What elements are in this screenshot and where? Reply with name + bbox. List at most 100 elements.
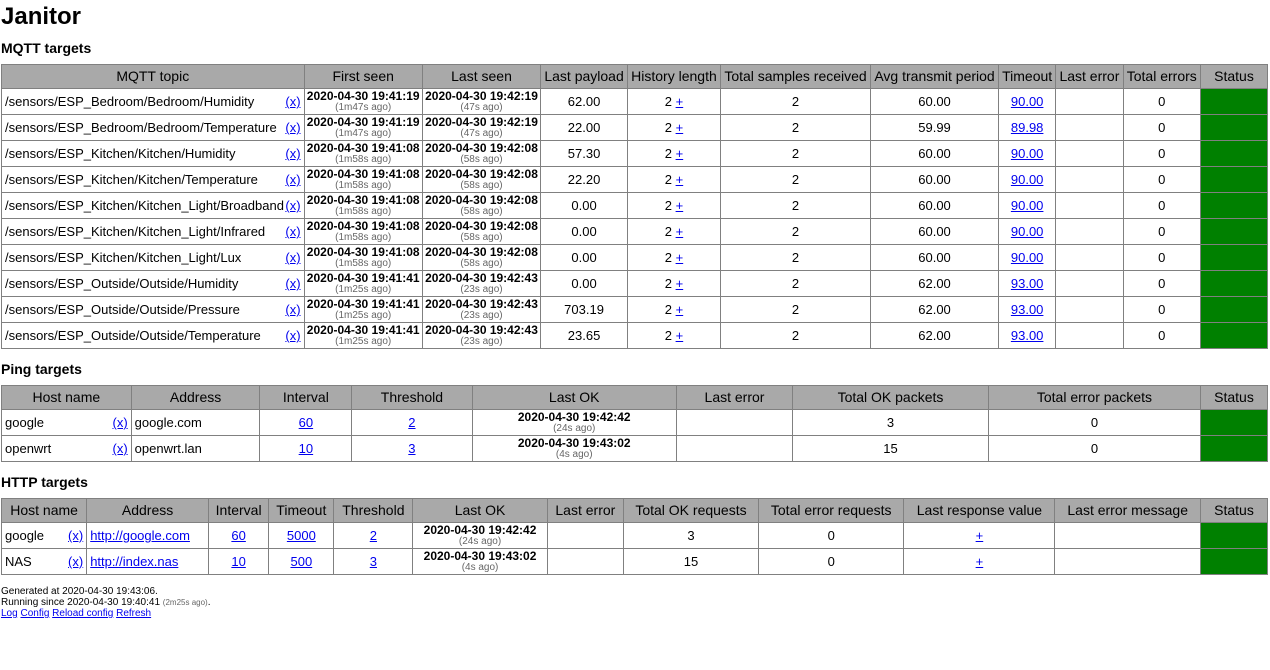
timestamp: 2020-04-30 19:42:42 bbox=[517, 410, 631, 424]
response-value-expand-button[interactable]: + bbox=[976, 554, 984, 569]
timeout-link[interactable]: 90.00 bbox=[1011, 198, 1044, 213]
column-header-status: Status bbox=[1200, 64, 1268, 89]
table-row: (x) /sensors/ESP_Bedroom/Bedroom/Humidity… bbox=[1, 88, 1268, 115]
total-errors: 0 bbox=[1122, 322, 1202, 349]
last-payload: 0.00 bbox=[540, 270, 628, 297]
history-expand-button[interactable]: + bbox=[676, 224, 684, 239]
generated-text: Generated at 2020-04-30 19:43:06. bbox=[1, 586, 158, 597]
remove-button[interactable]: (x) bbox=[285, 199, 300, 212]
remove-button[interactable]: (x) bbox=[112, 442, 127, 455]
config-link[interactable]: Config bbox=[20, 608, 49, 619]
mqtt-topic-cell: (x) /sensors/ESP_Bedroom/Bedroom/Humidity bbox=[1, 88, 305, 115]
mqtt-topic: /sensors/ESP_Kitchen/Kitchen/Temperature bbox=[5, 172, 258, 187]
http-heading: HTTP targets bbox=[1, 474, 88, 490]
table-row: (x) /sensors/ESP_Bedroom/Bedroom/Temperat… bbox=[1, 114, 1268, 141]
timestamp: 2020-04-30 19:41:08 bbox=[306, 141, 420, 155]
interval-link[interactable]: 10 bbox=[299, 441, 313, 456]
remove-button[interactable]: (x) bbox=[285, 225, 300, 238]
history-expand-button[interactable]: + bbox=[676, 94, 684, 109]
last-error bbox=[675, 435, 794, 462]
threshold-link[interactable]: 2 bbox=[408, 415, 415, 430]
timestamp: 2020-04-30 19:41:41 bbox=[306, 323, 420, 337]
timeout-cell: 93.00 bbox=[997, 296, 1057, 323]
total-samples: 2 bbox=[719, 114, 872, 141]
history-expand-button[interactable]: + bbox=[676, 250, 684, 265]
remove-button[interactable]: (x) bbox=[285, 303, 300, 316]
timestamp-ago: (1m58s ago) bbox=[335, 206, 392, 217]
log-link[interactable]: Log bbox=[1, 608, 18, 619]
timestamp-cell: 2020-04-30 19:41:08 (1m58s ago) bbox=[303, 244, 423, 271]
timeout-link[interactable]: 90.00 bbox=[1011, 146, 1044, 161]
status-indicator bbox=[1200, 192, 1268, 219]
timeout-link[interactable]: 93.00 bbox=[1011, 302, 1044, 317]
last-payload: 22.20 bbox=[540, 166, 628, 193]
status-indicator bbox=[1200, 88, 1268, 115]
last-error-message bbox=[1054, 548, 1201, 575]
timeout-link[interactable]: 93.00 bbox=[1011, 276, 1044, 291]
remove-button[interactable]: (x) bbox=[285, 95, 300, 108]
mqtt-topic: /sensors/ESP_Kitchen/Kitchen_Light/Infra… bbox=[5, 224, 266, 239]
total-samples: 2 bbox=[719, 244, 872, 271]
timestamp: 2020-04-30 19:41:08 bbox=[306, 193, 420, 207]
last-payload: 57.30 bbox=[540, 140, 628, 167]
interval-cell: 60 bbox=[259, 409, 353, 436]
history-expand-button[interactable]: + bbox=[676, 328, 684, 343]
timestamp-cell: 2020-04-30 19:41:41 (1m25s ago) bbox=[303, 296, 423, 323]
history-length: 2 bbox=[664, 120, 672, 135]
interval-link[interactable]: 60 bbox=[299, 415, 313, 430]
column-header-status: Status bbox=[1200, 385, 1268, 410]
refresh-link[interactable]: Refresh bbox=[116, 608, 151, 619]
table-row: (x) google http://google.com 60 5000 2 2020-04… bbox=[0, 522, 1268, 549]
timestamp-ago: (58s ago) bbox=[460, 154, 503, 165]
timeout-link[interactable]: 93.00 bbox=[1011, 328, 1044, 343]
remove-button[interactable]: (x) bbox=[285, 147, 300, 160]
timeout-link[interactable]: 90.00 bbox=[1011, 250, 1044, 265]
remove-button[interactable]: (x) bbox=[285, 329, 300, 342]
timestamp: 2020-04-30 19:43:02 bbox=[423, 549, 537, 563]
timeout-link[interactable]: 90.00 bbox=[1011, 94, 1044, 109]
timestamp-ago: (58s ago) bbox=[460, 258, 503, 269]
remove-button[interactable]: (x) bbox=[68, 529, 83, 542]
address-cell: http://google.com bbox=[86, 522, 209, 549]
remove-button[interactable]: (x) bbox=[285, 277, 300, 290]
timeout-link[interactable]: 89.98 bbox=[1011, 120, 1044, 135]
threshold-link[interactable]: 2 bbox=[370, 528, 377, 543]
reload-config-link[interactable]: Reload config bbox=[52, 608, 113, 619]
history-expand-button[interactable]: + bbox=[676, 302, 684, 317]
history-expand-button[interactable]: + bbox=[676, 172, 684, 187]
history-expand-button[interactable]: + bbox=[676, 146, 684, 161]
timestamp-ago: (58s ago) bbox=[460, 206, 503, 217]
interval-link[interactable]: 10 bbox=[231, 554, 245, 569]
history-expand-button[interactable]: + bbox=[676, 120, 684, 135]
last-payload: 22.00 bbox=[540, 114, 628, 141]
timestamp: 2020-04-30 19:42:08 bbox=[425, 193, 538, 207]
interval-link[interactable]: 60 bbox=[231, 528, 245, 543]
threshold-link[interactable]: 3 bbox=[408, 441, 415, 456]
status-indicator bbox=[1200, 218, 1268, 245]
response-value-expand-button[interactable]: + bbox=[976, 528, 984, 543]
total-errors: 0 bbox=[1122, 114, 1202, 141]
timestamp-ago: (47s ago) bbox=[460, 128, 503, 139]
timeout-link[interactable]: 5000 bbox=[287, 528, 316, 543]
timeout-link[interactable]: 90.00 bbox=[1011, 172, 1044, 187]
timestamp: 2020-04-30 19:41:19 bbox=[306, 89, 420, 103]
remove-button[interactable]: (x) bbox=[68, 555, 83, 568]
remove-button[interactable]: (x) bbox=[112, 416, 127, 429]
timeout-link[interactable]: 90.00 bbox=[1011, 224, 1044, 239]
remove-button[interactable]: (x) bbox=[285, 173, 300, 186]
timeout-link[interactable]: 500 bbox=[290, 554, 312, 569]
remove-button[interactable]: (x) bbox=[285, 121, 300, 134]
timeout-cell: 90.00 bbox=[997, 192, 1057, 219]
threshold-link[interactable]: 3 bbox=[370, 554, 377, 569]
address-link[interactable]: http://google.com bbox=[90, 528, 190, 543]
address: google.com bbox=[130, 409, 261, 436]
table-row: (x) google google.com 60 2 2020-04-30 19:42:4… bbox=[1, 409, 1268, 436]
timestamp-ago: (4s ago) bbox=[555, 449, 593, 460]
avg-transmit-period: 60.00 bbox=[870, 192, 999, 219]
address-link[interactable]: http://index.nas bbox=[90, 554, 178, 569]
history-expand-button[interactable]: + bbox=[676, 198, 684, 213]
remove-button[interactable]: (x) bbox=[285, 251, 300, 264]
history-expand-button[interactable]: + bbox=[676, 276, 684, 291]
timestamp: 2020-04-30 19:42:19 bbox=[425, 115, 538, 129]
column-header-history-length: History length bbox=[626, 64, 721, 89]
